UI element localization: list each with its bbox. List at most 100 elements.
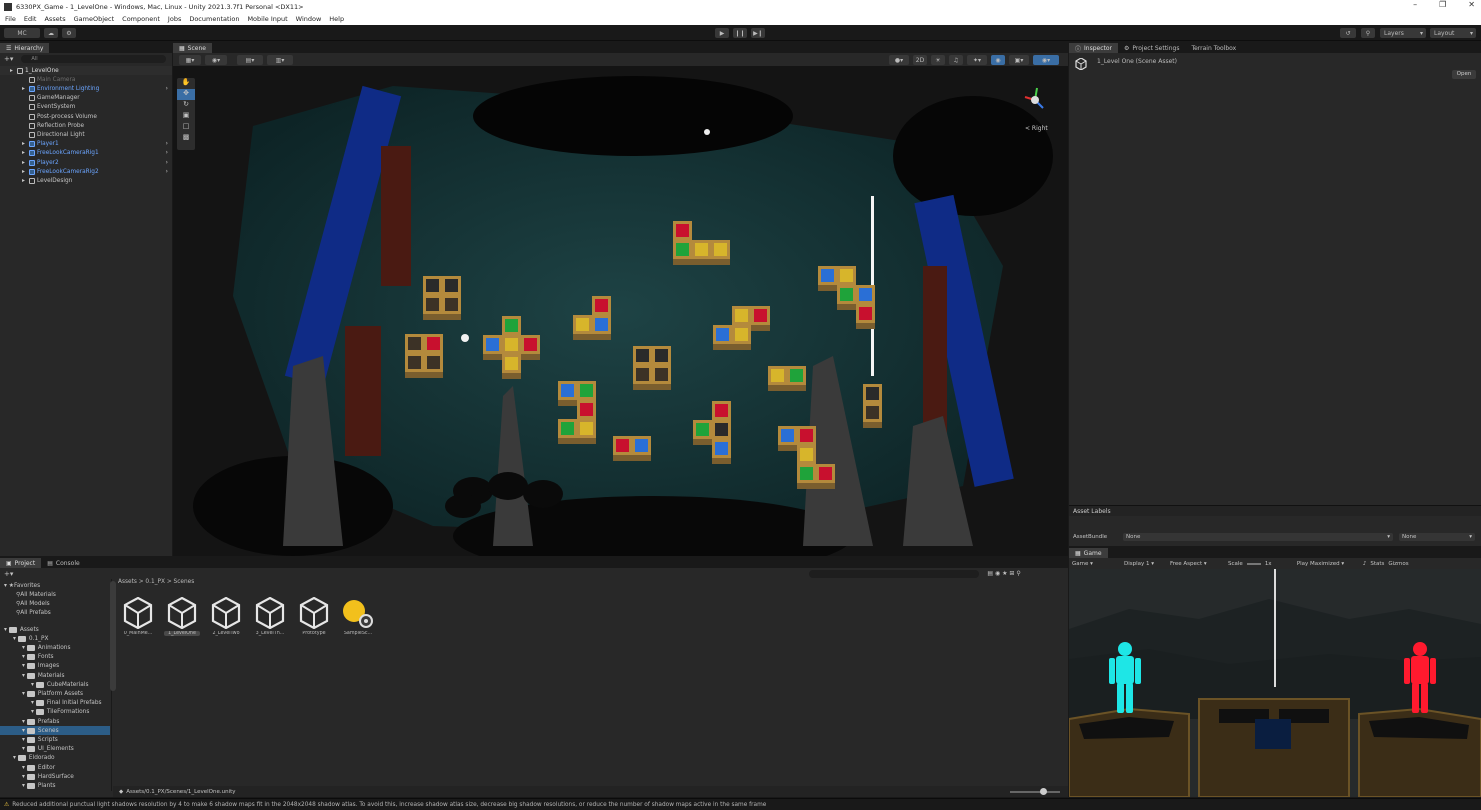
expand-arrow-icon[interactable]: ▸ — [22, 178, 29, 184]
tab-terrain-toolbox[interactable]: Terrain Toolbox — [1185, 43, 1243, 53]
asset-item[interactable]: 1_LevelOne — [162, 596, 202, 636]
hierarchy-search-input[interactable]: All — [21, 54, 167, 63]
prefab-chevron-icon[interactable]: › — [166, 169, 168, 175]
hierarchy-row[interactable]: GameManager — [0, 94, 172, 103]
layers-dropdown[interactable]: Layers ▾ — [1380, 28, 1426, 38]
scene-viewport[interactable]: < Right — [173, 66, 1068, 556]
tab-project[interactable]: ▣ Project — [0, 558, 42, 568]
project-tree-item[interactable]: ▾ Eldorado — [0, 754, 110, 763]
hierarchy-row[interactable]: Main Camera — [0, 75, 172, 84]
menu-jobs[interactable]: Jobs — [168, 15, 181, 23]
transform-tool-icon[interactable]: ▩ — [177, 133, 195, 144]
expand-arrow-icon[interactable]: ▾ — [22, 663, 25, 669]
expand-arrow-icon[interactable]: ▸ — [10, 68, 17, 74]
prefab-chevron-icon[interactable]: › — [166, 141, 168, 147]
hierarchy-row[interactable]: ▸ Player1 › — [0, 140, 172, 149]
asset-item[interactable]: 3_LevelTh... — [250, 596, 290, 636]
expand-arrow-icon[interactable]: ▾ — [22, 719, 25, 725]
hierarchy-row[interactable]: EventSystem — [0, 103, 172, 112]
expand-arrow-icon[interactable]: ▸ — [22, 169, 29, 175]
expand-arrow-icon[interactable]: ▾ — [22, 774, 25, 780]
pivot-button[interactable]: ◉▾ — [205, 55, 227, 65]
expand-arrow-icon[interactable]: ▸ — [22, 86, 29, 92]
expand-arrow-icon[interactable]: ▾ — [22, 737, 25, 743]
scale-slider[interactable] — [1246, 562, 1261, 565]
menu-mobile-input[interactable]: Mobile Input — [247, 15, 287, 23]
collab-icon[interactable]: ⚙ — [62, 28, 76, 38]
project-tree-item[interactable]: ▾ Editor — [0, 763, 110, 772]
expand-arrow-icon[interactable]: ▾ — [22, 654, 25, 660]
menu-window[interactable]: Window — [296, 15, 322, 23]
display-dropdown[interactable]: Display 1 ▾ — [1124, 561, 1166, 567]
project-tree-item[interactable]: ▾ 0.1_PX — [0, 634, 110, 643]
expand-arrow-icon[interactable]: ▾ — [31, 682, 34, 688]
project-tree-item[interactable]: ▾ Assets — [0, 625, 110, 634]
asset-item[interactable]: 0_MainMe... — [118, 596, 158, 636]
tab-console[interactable]: ▤ Console — [41, 558, 86, 568]
project-tree-item[interactable]: ▾ TileFormations — [0, 708, 110, 717]
add-icon[interactable]: +▾ — [4, 55, 13, 63]
menu-help[interactable]: Help — [329, 15, 344, 23]
camera-icon[interactable]: ▣▾ — [1009, 55, 1029, 65]
expand-arrow-icon[interactable]: ▾ — [13, 636, 16, 642]
filter-icon[interactable]: ▤ ◉ ★ ⊞ ⚲ — [987, 570, 1020, 577]
expand-arrow-icon[interactable]: ▸ — [22, 150, 29, 156]
layout-dropdown[interactable]: Layout ▾ — [1430, 28, 1476, 38]
expand-arrow-icon[interactable]: ▾ — [4, 627, 7, 633]
hierarchy-row[interactable]: Post-process Volume — [0, 112, 172, 121]
shading-button[interactable]: ●▾ — [889, 55, 909, 65]
play-button[interactable]: ▶ — [715, 28, 729, 38]
gizmos-button[interactable]: ◉▾ — [1033, 55, 1059, 65]
expand-arrow-icon[interactable]: ▾ — [13, 755, 16, 761]
asset-item[interactable]: 2_LevelTwo — [206, 596, 246, 636]
lighting-icon[interactable]: ☀ — [931, 55, 945, 65]
gizmos-button-game[interactable]: Gizmos — [1388, 561, 1408, 567]
hierarchy-row[interactable]: Directional Light — [0, 130, 172, 139]
expand-arrow-icon[interactable]: ▾ — [31, 700, 34, 706]
history-icon[interactable]: ↺ — [1340, 28, 1356, 38]
pause-button[interactable]: ❙❙ — [733, 28, 747, 38]
effects-icon[interactable]: ✦▾ — [967, 55, 987, 65]
project-tree-item[interactable]: ▾ Scenes — [0, 726, 110, 736]
open-button[interactable]: Open — [1452, 70, 1476, 79]
draw-mode-button[interactable]: ▦▾ — [179, 55, 201, 65]
project-search-input[interactable] — [809, 569, 980, 578]
hierarchy-row[interactable]: ▸ FreeLookCameraRig1 › — [0, 149, 172, 158]
tab-inspector[interactable]: ⓘ Inspector — [1069, 43, 1119, 53]
project-tree-item[interactable]: ▾ UI_Elements — [0, 745, 110, 754]
2d-toggle[interactable]: 2D — [913, 55, 927, 65]
add-icon[interactable]: +▾ — [4, 570, 13, 578]
assetbundle-dropdown[interactable]: None ▾ — [1123, 532, 1393, 541]
project-tree-item[interactable]: ▾ Scripts — [0, 735, 110, 744]
game-mode-dropdown[interactable]: Game ▾ — [1072, 561, 1120, 567]
audio-icon[interactable]: ♫ — [949, 55, 963, 65]
project-tree-item[interactable]: ▾ Final Initial Prefabs — [0, 699, 110, 708]
project-tree-item[interactable]: ▾ Platform Assets — [0, 689, 110, 698]
favorites-item[interactable]: ⚲ All Models — [0, 599, 110, 608]
visibility-icon[interactable]: ◉ — [991, 55, 1005, 65]
stats-button[interactable]: Stats — [1370, 561, 1384, 567]
project-tree-item[interactable]: ▾ Fonts — [0, 653, 110, 662]
expand-arrow-icon[interactable]: ▾ — [22, 746, 25, 752]
play-mode-dropdown[interactable]: Play Maximized ▾ — [1297, 561, 1359, 567]
close-icon[interactable]: ✕ — [1468, 0, 1475, 9]
account-button[interactable]: MC — [4, 28, 40, 38]
favorites-header[interactable]: ▾ ★ Favorites — [0, 581, 110, 590]
prefab-chevron-icon[interactable]: › — [166, 86, 168, 92]
search-icon[interactable]: ⚲ — [1361, 28, 1375, 38]
rect-tool-icon[interactable]: □ — [177, 122, 195, 133]
variant-dropdown[interactable]: None ▾ — [1399, 532, 1475, 541]
hierarchy-row[interactable]: ▸ LevelDesign — [0, 176, 172, 185]
expand-arrow-icon[interactable]: ▸ — [22, 141, 29, 147]
expand-arrow-icon[interactable]: ▾ — [31, 709, 34, 715]
grid-snap-button[interactable]: ▥▾ — [267, 55, 293, 65]
maximize-icon[interactable]: ❐ — [1439, 0, 1446, 9]
hierarchy-row[interactable]: ▸ Player2 › — [0, 158, 172, 167]
mute-icon[interactable]: ♪ — [1363, 561, 1367, 567]
project-tree-item[interactable]: ▾ Animations — [0, 643, 110, 652]
prefab-chevron-icon[interactable]: › — [166, 160, 168, 166]
hierarchy-row[interactable]: Reflection Probe — [0, 121, 172, 130]
tab-hierarchy[interactable]: ☰ Hierarchy — [0, 43, 50, 53]
snap-button[interactable]: ▤▾ — [237, 55, 263, 65]
hand-tool-icon[interactable]: ✋ — [177, 78, 195, 89]
